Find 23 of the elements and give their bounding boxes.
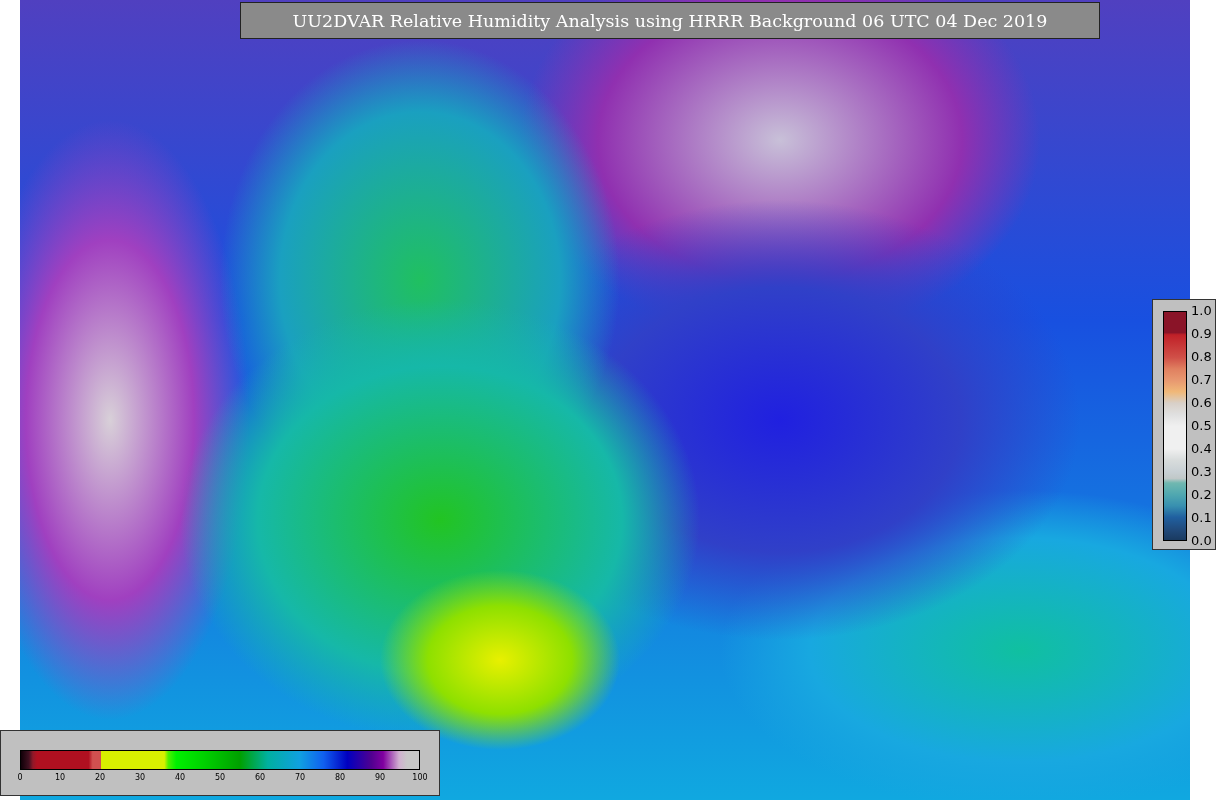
colorbar-tick-label: 0.4 [1191,441,1212,457]
colorbar-tick-label: 0.1 [1191,510,1212,526]
colorbar-tick-label: 40 [174,773,186,782]
colorbar-tick-label: 80 [334,773,346,782]
colorbar-tick-label: 0.6 [1191,395,1212,411]
colorbar-tick-label: 1.0 [1191,303,1212,319]
colorbar-tick-label: 100 [412,773,428,782]
colorbar-tick-label: 20 [94,773,106,782]
colorbar-tick-label: 0.0 [1191,533,1212,549]
colorbar-tick-label: 10 [54,773,66,782]
colorbar-tick-label: 70 [294,773,306,782]
colorbar-tick-label: 0 [17,773,23,782]
map-title: UU2DVAR Relative Humidity Analysis using HRRR Background 06 UTC 04 Dec 2019 [240,2,1100,39]
colorbar-tick-label: 0.3 [1191,464,1212,480]
colorbar-tick-label: 60 [254,773,266,782]
colorbar-tick-label: 0.8 [1191,349,1212,365]
colorbar-tick-label: 0.2 [1191,487,1212,503]
colorbar-tick-label: 0.5 [1191,418,1212,434]
colorbar-tick-label: 30 [134,773,146,782]
colorbar-tick-label: 90 [374,773,386,782]
colorbar-tick-label: 0.7 [1191,372,1212,388]
colorbar-tick-label: 50 [214,773,226,782]
colorbar-tick-label: 0.9 [1191,326,1212,342]
